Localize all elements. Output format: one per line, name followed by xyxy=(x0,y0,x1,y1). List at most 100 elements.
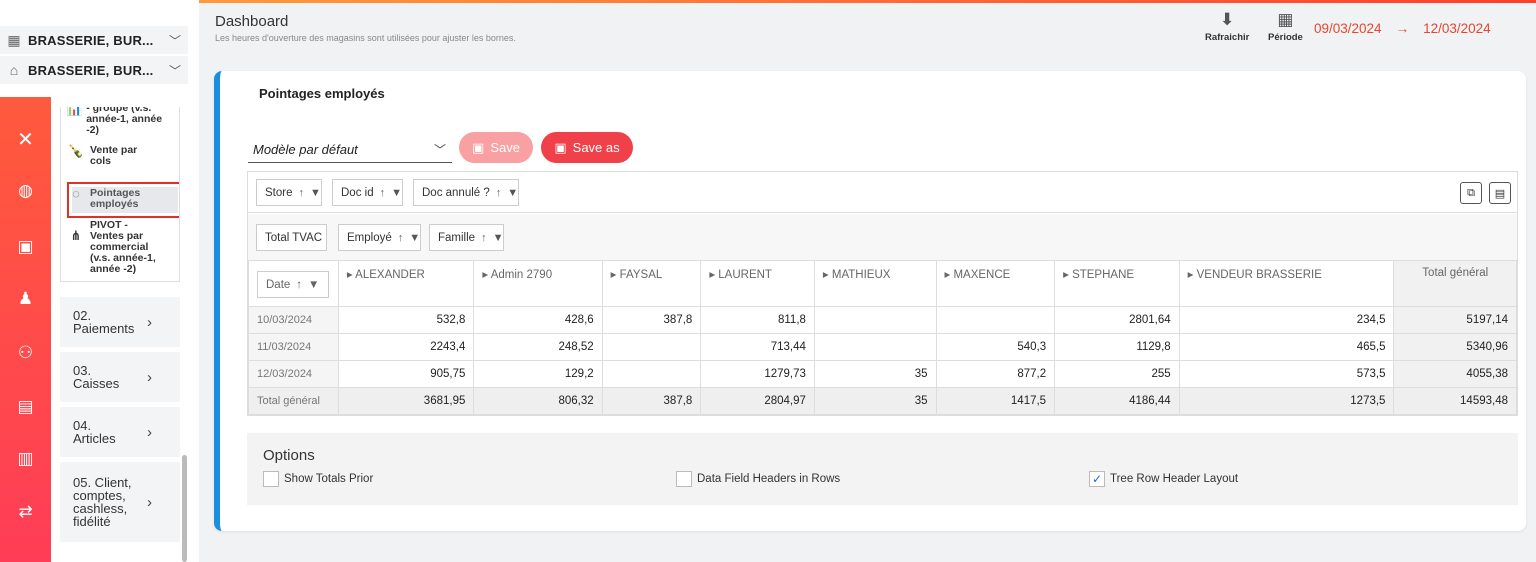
filter-icon[interactable]: ▼ xyxy=(507,187,518,199)
cell: 3681,95 xyxy=(337,387,475,415)
chevron-right-icon: › xyxy=(147,493,152,511)
transfer-icon[interactable]: ⇄ xyxy=(0,502,51,522)
report-item-pivot[interactable]: ⋔ PIVOT - Ventes par commercial (v.s. an… xyxy=(66,220,179,275)
model-select[interactable]: Modèle par défaut ﹀ xyxy=(248,137,452,163)
save-as-button[interactable]: ▣ Save as xyxy=(541,132,633,163)
close-icon[interactable]: ✕ xyxy=(0,127,51,152)
column-header-row: Date ↑ ▼ ▸ ALEXANDER ▸ Admin 2790 ▸ FAYS… xyxy=(248,260,1517,307)
field-doc-annule[interactable]: Doc annulé ? ↑ ▼ xyxy=(413,179,520,206)
store-select-label: BRASSERIE, BUR... xyxy=(28,32,154,48)
option-data-field-headers[interactable]: Data Field Headers in Rows xyxy=(676,471,840,487)
cell: 806,32 xyxy=(473,387,603,415)
export-icon[interactable]: ▤ xyxy=(1489,182,1511,204)
option-tree-row-header[interactable]: ✓ Tree Row Header Layout xyxy=(1089,471,1238,487)
cell: 248,52 xyxy=(473,333,603,361)
sort-icon[interactable]: ↑ xyxy=(380,187,386,199)
field-chooser-icon[interactable]: ⧉ xyxy=(1460,182,1482,204)
cell: 905,75 xyxy=(337,360,475,388)
cell: 2804,97 xyxy=(700,387,815,415)
checkbox[interactable] xyxy=(676,471,692,487)
option-show-totals-prior[interactable]: Show Totals Prior xyxy=(263,471,373,487)
store-select-1[interactable]: ▦ BRASSERIE, BUR... ﹀ xyxy=(0,26,188,54)
nav-rail: ✕ ◍ ▣ ♟ ⚇ ▤ ▥ ⇄ xyxy=(0,97,51,562)
period-button[interactable]: ▦ Période xyxy=(1268,10,1303,43)
column-header[interactable]: ▸ Admin 2790 xyxy=(473,260,603,307)
column-header[interactable]: ▸ LAURENT xyxy=(700,260,815,307)
cell: 465,5 xyxy=(1178,333,1395,361)
section-paiements[interactable]: 02. Paiements › xyxy=(60,297,180,347)
top-accent-bar xyxy=(199,0,1536,3)
table-row: 12/03/2024 905,75 129,2 1279,73 35 877,2… xyxy=(248,360,1517,388)
filter-icon[interactable]: ▼ xyxy=(409,232,420,244)
chevron-down-icon: ﹀ xyxy=(168,63,181,78)
calendar-icon: ▦ xyxy=(1277,10,1294,29)
grand-total-header: Total général xyxy=(1393,260,1517,307)
field-famille[interactable]: Famille ↑ ▼ xyxy=(429,224,505,251)
dashboard-icon[interactable]: ◍ xyxy=(0,181,51,201)
clipboard-icon[interactable]: ▥ xyxy=(0,449,51,469)
page-subtitle: Les heures d'ouverture des magasins sont… xyxy=(215,33,516,43)
pivot-table: Date ↑ ▼ ▸ ALEXANDER ▸ Admin 2790 ▸ FAYS… xyxy=(248,260,1517,415)
report-item-pointages[interactable]: ◌ Pointages employés xyxy=(66,186,176,210)
filter-icon[interactable]: ▼ xyxy=(493,232,504,244)
checkbox[interactable] xyxy=(263,471,279,487)
sort-icon[interactable]: ↑ xyxy=(296,279,302,291)
section-client[interactable]: 05. Client, comptes, cashless, fidélité … xyxy=(60,462,180,542)
cell: 1417,5 xyxy=(935,387,1056,415)
cell: 35 xyxy=(813,360,937,388)
column-header[interactable]: ▸ ALEXANDER xyxy=(337,260,475,307)
field-store[interactable]: Store ↑ ▼ xyxy=(256,179,322,206)
cell xyxy=(601,360,702,388)
chevron-right-icon: › xyxy=(147,313,152,331)
column-header[interactable]: ▸ MATHIEUX xyxy=(813,260,937,307)
column-header[interactable]: ▸ FAYSAL xyxy=(601,260,702,307)
filter-icon[interactable]: ▼ xyxy=(308,279,319,291)
bag-icon[interactable]: ▣ xyxy=(0,237,51,257)
filter-icon[interactable]: ▼ xyxy=(391,187,402,199)
row-total-cell: 5340,96 xyxy=(1393,333,1517,361)
page-title: Dashboard xyxy=(215,13,289,30)
sort-icon[interactable]: ↑ xyxy=(481,232,487,244)
cell xyxy=(813,333,937,361)
cell: 713,44 xyxy=(700,333,815,361)
sort-icon[interactable]: ↑ xyxy=(299,187,305,199)
column-header[interactable]: ▸ VENDEUR BRASSERIE xyxy=(1178,260,1395,307)
submenu-scrollbar[interactable] xyxy=(182,455,187,562)
cell: 35 xyxy=(813,387,937,415)
receipt-icon[interactable]: ▤ xyxy=(0,397,51,417)
section-caisses[interactable]: 03. Caisses › xyxy=(60,352,180,402)
row-header: 10/03/2024 xyxy=(248,306,339,334)
cell: 4186,44 xyxy=(1054,387,1180,415)
user-icon[interactable]: ♟ xyxy=(0,289,51,309)
options-title: Options xyxy=(263,447,315,464)
bottle-icon: 🍾 xyxy=(67,143,85,158)
sort-icon[interactable]: ↑ xyxy=(398,232,404,244)
report-item-groupe[interactable]: 📊 - groupe (v.s. année-1, année -2) xyxy=(66,107,176,136)
staff-icon[interactable]: ⚇ xyxy=(0,343,51,363)
sort-icon[interactable]: ↑ xyxy=(496,187,502,199)
field-date[interactable]: Date ↑ ▼ xyxy=(257,271,329,298)
column-header[interactable]: ▸ MAXENCE xyxy=(935,260,1056,307)
save-button[interactable]: ▣ Save xyxy=(459,132,533,163)
cell: 540,3 xyxy=(935,333,1056,361)
column-header[interactable]: ▸ STEPHANE xyxy=(1054,260,1180,307)
section-articles[interactable]: 04. Articles › xyxy=(60,407,180,457)
cell: 573,5 xyxy=(1178,360,1395,388)
row-total-cell: 4055,38 xyxy=(1393,360,1517,388)
options-panel: Options Show Totals Prior Data Field Hea… xyxy=(247,433,1518,505)
clock-icon: ◌ xyxy=(72,186,80,201)
cell: 1129,8 xyxy=(1054,333,1180,361)
date-range[interactable]: 09/03/2024 → 12/03/2024 xyxy=(1314,21,1491,36)
checkbox-checked[interactable]: ✓ xyxy=(1089,471,1105,487)
refresh-button[interactable]: ⬇ Rafraichir xyxy=(1205,10,1249,43)
arrow-right-icon: → xyxy=(1395,21,1410,36)
field-employe[interactable]: Employé ↑ ▼ xyxy=(338,224,422,251)
filter-icon[interactable]: ▼ xyxy=(310,187,321,199)
hierarchy-icon: ⋔ xyxy=(70,228,82,243)
field-total-tvac[interactable]: Total TVAC xyxy=(256,224,328,251)
building-icon: ▦ xyxy=(7,31,21,48)
field-doc-id[interactable]: Doc id ↑ ▼ xyxy=(332,179,403,206)
store-select-2[interactable]: ⌂ BRASSERIE, BUR... ﹀ xyxy=(0,56,188,84)
chevron-right-icon: › xyxy=(147,423,152,441)
report-item-vente-cols[interactable]: 🍾 Vente par cols xyxy=(66,143,176,167)
